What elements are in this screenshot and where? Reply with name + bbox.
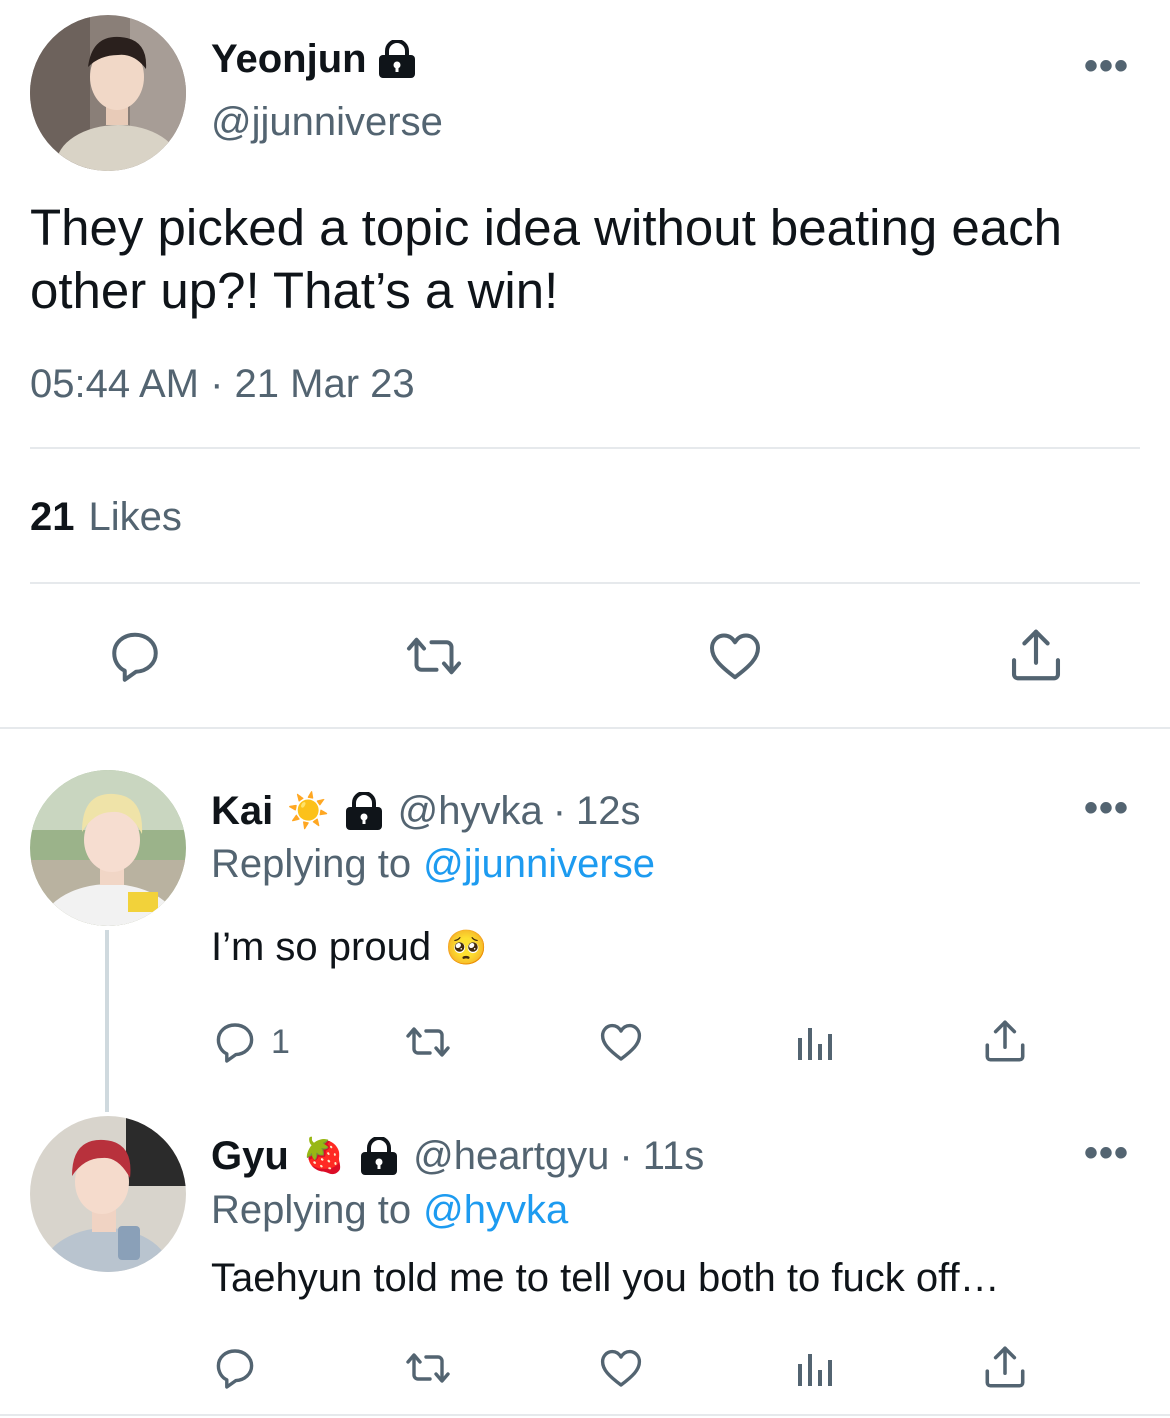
divider — [0, 1414, 1170, 1416]
analytics-icon[interactable] — [790, 1018, 838, 1066]
user-handle[interactable]: @hyvka — [398, 789, 543, 834]
analytics-icon[interactable] — [790, 1344, 838, 1392]
tweet-text: They picked a topic idea without beating… — [30, 199, 1063, 319]
retweet-icon[interactable] — [402, 1344, 454, 1392]
display-name[interactable]: Gyu — [211, 1134, 289, 1179]
more-options-icon[interactable]: ••• — [1084, 786, 1129, 831]
avatar-kai[interactable] — [30, 770, 186, 926]
likes-count: 21 — [30, 495, 75, 539]
lock-icon — [377, 40, 417, 78]
like-heart-icon[interactable] — [704, 626, 766, 686]
pleading-face-emoji: 🥺 — [445, 928, 488, 967]
replying-to-link[interactable]: @hyvka — [423, 1188, 568, 1233]
reply-text: Taehyun told me to tell you both to fuck… — [211, 1256, 1000, 1300]
user-handle[interactable]: @jjunniverse — [211, 100, 443, 145]
reply-time[interactable]: 11s — [643, 1134, 705, 1179]
lock-icon — [344, 792, 384, 830]
like-heart-icon[interactable] — [596, 1018, 646, 1066]
retweet-icon[interactable] — [402, 1018, 454, 1066]
reply-time[interactable]: 12s — [576, 789, 641, 834]
thread-line — [105, 930, 109, 1112]
display-name[interactable]: Kai — [211, 789, 273, 834]
share-icon[interactable] — [1005, 624, 1067, 686]
display-name[interactable]: Yeonjun — [211, 37, 367, 82]
avatar-gyu[interactable] — [30, 1116, 186, 1272]
separator-dot: · — [619, 1133, 633, 1178]
divider — [0, 727, 1170, 729]
replying-to-label: Replying to — [211, 842, 412, 886]
more-options-icon[interactable]: ••• — [1084, 1131, 1129, 1176]
lock-icon — [359, 1137, 399, 1175]
separator-dot: · — [552, 788, 567, 833]
strawberry-emoji: 🍓 — [302, 1137, 346, 1175]
share-icon[interactable] — [980, 1016, 1030, 1066]
divider — [30, 582, 1140, 584]
retweet-icon[interactable] — [403, 626, 465, 686]
reply-icon[interactable] — [105, 626, 165, 686]
likes-label: Likes — [88, 495, 182, 539]
like-heart-icon[interactable] — [596, 1344, 646, 1392]
reply-icon[interactable] — [211, 1344, 259, 1392]
share-icon[interactable] — [980, 1342, 1030, 1392]
reply-count: 1 — [271, 1022, 290, 1061]
divider — [30, 447, 1140, 449]
user-handle[interactable]: @heartgyu — [413, 1134, 609, 1179]
more-options-icon[interactable]: ••• — [1084, 44, 1129, 89]
reply-icon[interactable] — [211, 1018, 259, 1066]
reply-text: I’m so proud — [211, 925, 432, 969]
avatar-yeonjun[interactable] — [30, 15, 186, 171]
replying-to-link[interactable]: @jjunniverse — [423, 842, 655, 887]
likes-stat[interactable]: 21 Likes — [30, 495, 182, 540]
sun-emoji: ☀️ — [287, 792, 330, 830]
reply-action[interactable]: 1 — [211, 1018, 290, 1066]
tweet-timestamp[interactable]: 05:44 AM · 21 Mar 23 — [30, 362, 415, 407]
replying-to-label: Replying to — [211, 1188, 412, 1232]
